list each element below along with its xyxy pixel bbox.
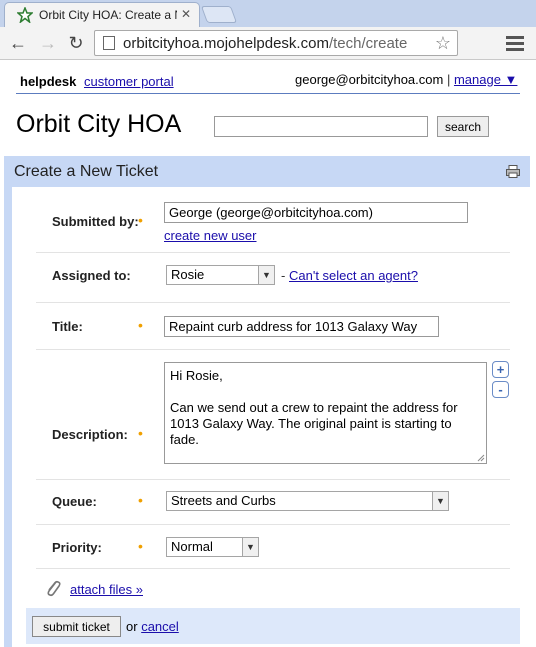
- page-icon: [103, 36, 115, 50]
- description-label: Description:: [52, 427, 128, 442]
- description-textarea[interactable]: Hi Rosie, Can we send out a crew to repa…: [164, 362, 487, 464]
- print-icon[interactable]: [506, 165, 520, 178]
- paperclip-icon: [47, 580, 61, 597]
- assigned-dash: -: [281, 268, 286, 283]
- priority-select[interactable]: Normal ▼: [166, 537, 259, 557]
- tab-title: Orbit City HOA: Create a N: [39, 8, 177, 22]
- row-divider: [36, 568, 510, 569]
- assigned-to-select[interactable]: Rosie ▼: [166, 265, 275, 285]
- search-input[interactable]: [214, 116, 428, 137]
- header-separator: |: [446, 72, 451, 87]
- assigned-to-value: Rosie: [171, 267, 205, 282]
- row-divider: [36, 349, 510, 350]
- submit-ticket-button[interactable]: submit ticket: [32, 616, 121, 637]
- back-arrow-icon[interactable]: ←: [8, 33, 28, 53]
- required-marker: •: [138, 538, 143, 554]
- forward-arrow-icon[interactable]: →: [38, 33, 58, 53]
- assigned-to-label: Assigned to:: [52, 268, 131, 283]
- browser-menu-icon[interactable]: [506, 33, 524, 53]
- resize-handle-icon[interactable]: [477, 454, 485, 462]
- queue-value: Streets and Curbs: [171, 493, 276, 508]
- chevron-down-icon: ▼: [258, 266, 274, 284]
- required-marker: •: [138, 212, 143, 228]
- manage-menu-link[interactable]: manage ▼: [454, 72, 517, 87]
- priority-value: Normal: [171, 539, 213, 554]
- attach-files-link[interactable]: attach files »: [70, 582, 143, 597]
- submitted-by-label: Submitted by:: [52, 214, 139, 229]
- address-bar[interactable]: orbitcityhoa.mojohelpdesk.com/tech/creat…: [94, 30, 458, 56]
- url-host: orbitcityhoa.mojohelpdesk.com: [123, 34, 329, 52]
- submitted-by-field[interactable]: George (george@orbitcityhoa.com): [164, 202, 468, 223]
- star-favicon-icon: [17, 7, 33, 23]
- panel-header: Create a New Ticket: [4, 156, 530, 187]
- create-new-user-link[interactable]: create new user: [164, 228, 257, 243]
- cancel-link[interactable]: cancel: [141, 619, 179, 634]
- site-header: helpdesk customer portal george@orbitcit…: [0, 60, 536, 100]
- url-path: /tech/create: [328, 34, 408, 52]
- required-marker: •: [138, 425, 143, 441]
- customer-portal-link[interactable]: customer portal: [84, 74, 174, 89]
- search-button[interactable]: search: [437, 116, 489, 137]
- browser-tab-strip: Orbit City HOA: Create a N ✕: [0, 0, 536, 27]
- chevron-down-icon: ▼: [432, 492, 448, 510]
- browser-toolbar: ← → ↻ orbitcityhoa.mojohelpdesk.com/tech…: [0, 27, 536, 60]
- priority-label: Priority:: [52, 540, 102, 555]
- user-email: george@orbitcityhoa.com: [295, 72, 444, 87]
- shrink-textarea-button[interactable]: -: [492, 381, 509, 398]
- required-marker: •: [138, 492, 143, 508]
- row-divider: [36, 524, 510, 525]
- site-title: Orbit City HOA: [16, 110, 182, 138]
- row-divider: [36, 302, 510, 303]
- queue-label: Queue:: [52, 494, 97, 509]
- row-divider: [36, 252, 510, 253]
- tab-close-icon[interactable]: ✕: [181, 7, 191, 21]
- or-word: or: [126, 619, 138, 634]
- cant-select-agent-link[interactable]: Can't select an agent?: [289, 268, 418, 283]
- chevron-down-icon: ▼: [242, 538, 258, 556]
- required-marker: •: [138, 317, 143, 333]
- or-text: or cancel: [126, 619, 179, 634]
- queue-select[interactable]: Streets and Curbs ▼: [166, 491, 449, 511]
- url-text: orbitcityhoa.mojohelpdesk.com/tech/creat…: [123, 35, 407, 52]
- title-label: Title:: [52, 319, 83, 334]
- expand-textarea-button[interactable]: +: [492, 361, 509, 378]
- reload-icon[interactable]: ↻: [66, 33, 86, 53]
- new-tab-button[interactable]: [200, 6, 238, 23]
- panel-title: Create a New Ticket: [14, 163, 159, 180]
- panel-side-border: [4, 187, 12, 647]
- row-divider: [36, 479, 510, 480]
- header-divider: [16, 93, 520, 94]
- helpdesk-brand: helpdesk: [20, 74, 77, 89]
- user-info: george@orbitcityhoa.com | manage ▼: [295, 72, 517, 87]
- bookmark-star-icon[interactable]: ☆: [435, 33, 451, 54]
- browser-tab[interactable]: Orbit City HOA: Create a N ✕: [4, 2, 200, 27]
- description-text: Hi Rosie, Can we send out a crew to repa…: [170, 368, 458, 447]
- title-field[interactable]: Repaint curb address for 1013 Galaxy Way: [164, 316, 439, 337]
